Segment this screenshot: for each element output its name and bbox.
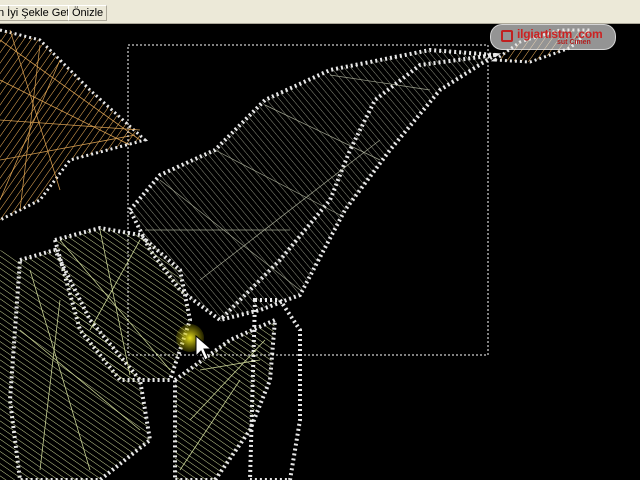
toolbar: n İyi Şekle Getir Önizle [0,0,640,24]
large-leaf [127,47,502,323]
design-canvas[interactable] [0,24,640,480]
watermark-credit-text: sut Cimen [557,39,591,46]
square-logo-icon [501,30,513,42]
preview-button[interactable]: Önizle [68,5,108,21]
watermark: ilgiartistm .com sut Cimen [490,24,616,50]
orange-flower-petal [0,28,149,222]
